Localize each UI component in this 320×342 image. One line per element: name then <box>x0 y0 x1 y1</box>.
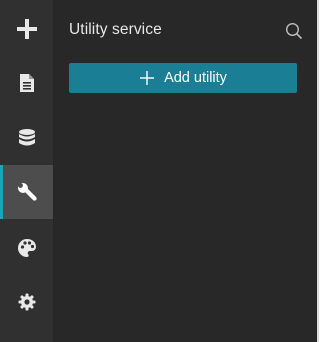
sidebar <box>0 0 53 342</box>
sidebar-item-content[interactable] <box>0 56 53 110</box>
utility-service-panel: Utility service Add utility <box>53 0 319 342</box>
sidebar-item-utility[interactable] <box>0 165 53 219</box>
palette-icon <box>17 239 36 257</box>
document-icon <box>19 74 34 92</box>
wrench-icon <box>17 183 37 201</box>
sidebar-item-settings[interactable] <box>0 275 53 329</box>
add-utility-label: Add utility <box>164 70 227 86</box>
panel-title: Utility service <box>69 21 162 38</box>
search-icon <box>285 22 303 40</box>
plus-icon <box>16 19 37 39</box>
database-icon <box>18 129 35 146</box>
gear-icon <box>18 293 35 311</box>
add-utility-button[interactable]: Add utility <box>69 63 297 93</box>
sidebar-item-data[interactable] <box>0 111 53 165</box>
sidebar-item-theme[interactable] <box>0 221 53 275</box>
sidebar-item-add[interactable] <box>0 2 53 56</box>
plus-icon <box>140 71 155 85</box>
search-button[interactable] <box>283 20 305 42</box>
